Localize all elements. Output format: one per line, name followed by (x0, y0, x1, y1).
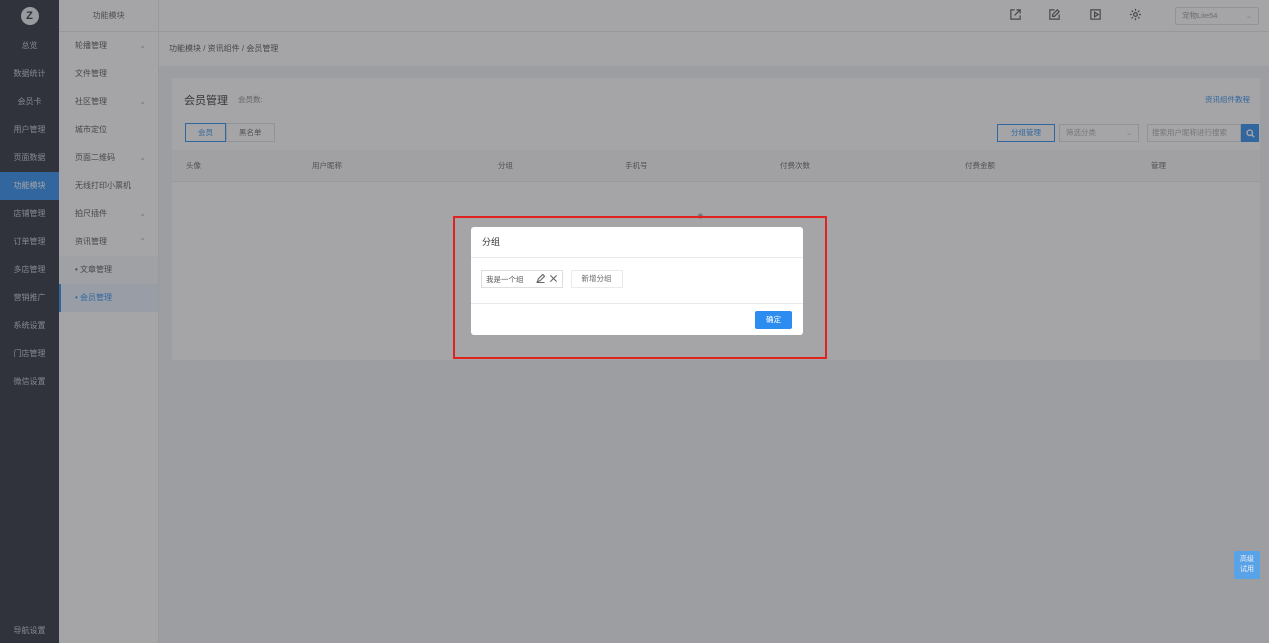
modal-mask (159, 0, 1269, 66)
highlight-box (453, 216, 827, 359)
modal-mask (0, 0, 159, 643)
trial-label-2: 试用 (1240, 566, 1254, 573)
trial-button[interactable]: 高级 试用 (1234, 551, 1260, 579)
trial-label-1: 高级 (1240, 556, 1254, 563)
